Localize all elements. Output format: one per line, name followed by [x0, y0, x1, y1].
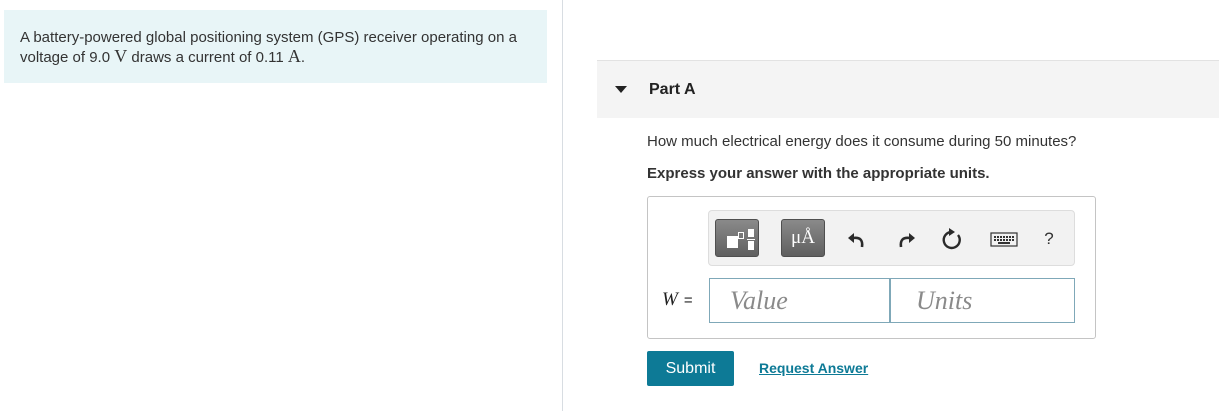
units-input[interactable]: Units: [890, 278, 1075, 323]
instruction-text: Express your answer with the appropriate…: [647, 165, 990, 182]
current-unit: A: [287, 46, 301, 66]
collapse-caret-icon[interactable]: [615, 86, 627, 93]
reset-button[interactable]: [940, 227, 966, 251]
voltage-unit: V: [114, 46, 128, 66]
problem-panel: A battery-powered global positioning sys…: [0, 0, 563, 411]
submit-button[interactable]: Submit: [647, 351, 734, 386]
question-text: How much electrical energy does it consu…: [647, 133, 1077, 150]
units-icon: μÅ: [791, 227, 815, 248]
value-input[interactable]: Value: [709, 278, 890, 323]
keyboard-button[interactable]: [989, 227, 1019, 251]
request-answer-link[interactable]: Request Answer: [759, 360, 868, 376]
units-button[interactable]: μÅ: [781, 219, 825, 257]
equals-sign: =: [683, 292, 693, 309]
reset-icon: [942, 228, 961, 250]
help-icon: ?: [1044, 229, 1054, 248]
answer-variable-label: W =: [662, 289, 693, 311]
math-toolbar: μÅ ?: [708, 210, 1075, 266]
part-title: Part A: [649, 81, 696, 98]
problem-text-2: draws a current of 0.11: [127, 49, 288, 66]
help-button[interactable]: ?: [1039, 227, 1059, 251]
undo-icon: [848, 233, 864, 248]
redo-icon: [899, 233, 915, 248]
keyboard-icon: [990, 232, 1018, 247]
variable-symbol: W: [662, 289, 678, 310]
problem-text-end: .: [300, 49, 306, 66]
part-header[interactable]: Part A: [597, 60, 1219, 118]
templates-button[interactable]: [715, 219, 759, 257]
answer-box: μÅ ? W = Value Units: [647, 196, 1096, 339]
problem-statement: A battery-powered global positioning sys…: [4, 10, 547, 83]
undo-button[interactable]: [845, 227, 871, 251]
redo-button[interactable]: [892, 227, 918, 251]
